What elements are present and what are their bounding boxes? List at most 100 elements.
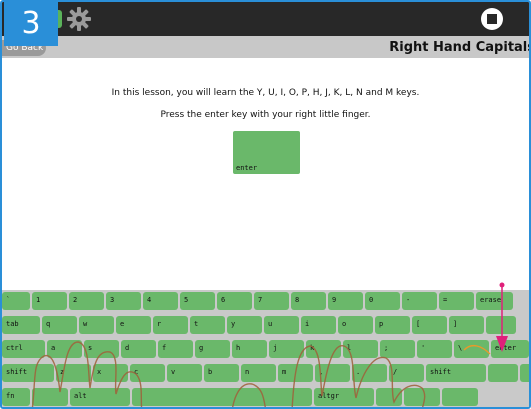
key-blank[interactable] (32, 388, 68, 406)
key-b[interactable]: b (204, 364, 239, 382)
key-label: g (199, 344, 204, 352)
key-d[interactable]: d (121, 340, 156, 358)
key-label: b (208, 368, 213, 376)
key-label: shift (430, 368, 452, 376)
key-tab[interactable]: tab (2, 316, 40, 334)
key-v[interactable]: v (167, 364, 202, 382)
key-0[interactable]: 0 (365, 292, 400, 310)
key-l[interactable]: l (343, 340, 378, 358)
key-label: ctrl (6, 344, 23, 352)
key-s[interactable]: s (84, 340, 119, 358)
key-label: 3 (110, 296, 115, 304)
key-z[interactable]: z (56, 364, 91, 382)
key-5[interactable]: 5 (180, 292, 215, 310)
key-label: ; (384, 344, 389, 352)
key-k[interactable]: k (306, 340, 341, 358)
key-e[interactable]: e (116, 316, 151, 334)
on-screen-keyboard: ` 1 2 3 4 5 6 7 8 9 0 - = erase tab q w e r t y u i o p [] ctrl a s d… (2, 290, 529, 407)
key-q[interactable]: q (42, 316, 77, 334)
key-backslash[interactable]: \ (454, 340, 489, 358)
key-label: 0 (369, 296, 374, 304)
key-label: w (83, 320, 88, 328)
gear-icon[interactable] (66, 6, 92, 32)
key-label: \ (458, 344, 463, 352)
key-6[interactable]: 6 (217, 292, 252, 310)
key-blank[interactable] (520, 364, 529, 382)
key-blank[interactable] (442, 388, 478, 406)
key-label: erase (480, 296, 502, 304)
key-label: x (97, 368, 102, 376)
key-label: a (51, 344, 56, 352)
key-w[interactable]: w (79, 316, 114, 334)
key-shift[interactable]: shift (426, 364, 486, 382)
key-blank[interactable] (132, 388, 312, 406)
key-altgr[interactable]: altgr (314, 388, 374, 406)
key-t[interactable]: t (190, 316, 225, 334)
key-label: ` (6, 296, 11, 304)
key-label: s (88, 344, 93, 352)
key-alt[interactable]: alt (70, 388, 130, 406)
key-i[interactable]: i (301, 316, 336, 334)
key-minus[interactable]: - (402, 292, 437, 310)
key-f[interactable]: f (158, 340, 193, 358)
key-slash[interactable]: / (389, 364, 424, 382)
key-m[interactable]: m (278, 364, 313, 382)
key-label: enter (495, 344, 517, 352)
key-y[interactable]: y (227, 316, 262, 334)
key-label: . (356, 368, 361, 376)
key-erase[interactable]: erase (476, 292, 513, 310)
key-r[interactable]: r (153, 316, 188, 334)
key-shift[interactable]: shift (2, 364, 54, 382)
app-window: 3 Go Back Right Hand Capitals In this le… (0, 0, 531, 409)
key-8[interactable]: 8 (291, 292, 326, 310)
key-2[interactable]: 2 (69, 292, 104, 310)
target-key: enter (233, 131, 300, 174)
target-key-label: enter (236, 164, 258, 172)
key-quote[interactable]: ' (417, 340, 452, 358)
key-equals[interactable]: = (439, 292, 474, 310)
key-3[interactable]: 3 (106, 292, 141, 310)
key-period[interactable]: . (352, 364, 387, 382)
key-n[interactable]: n (241, 364, 276, 382)
key-j[interactable]: j (269, 340, 304, 358)
key-fn[interactable]: fn (2, 388, 30, 406)
key-label: u (268, 320, 273, 328)
key-g[interactable]: g (195, 340, 230, 358)
key-label: fn (6, 392, 15, 400)
key-label: 9 (332, 296, 337, 304)
key-1[interactable]: 1 (32, 292, 67, 310)
key-c[interactable]: c (130, 364, 165, 382)
key-label: , (319, 368, 324, 376)
key-enter[interactable]: enter (491, 340, 529, 358)
key-7[interactable]: 7 (254, 292, 289, 310)
key-semicolon[interactable]: ; (380, 340, 415, 358)
key-blank[interactable] (404, 388, 440, 406)
key-comma[interactable]: , (315, 364, 350, 382)
key-backtick[interactable]: ` (2, 292, 30, 310)
key-label: 7 (258, 296, 263, 304)
key-label: 1 (36, 296, 41, 304)
key-label: d (125, 344, 130, 352)
key-blank[interactable] (376, 388, 402, 406)
key-label: [ (416, 320, 421, 328)
key-label: 8 (295, 296, 300, 304)
key-label: altgr (318, 392, 340, 400)
key-h[interactable]: h (232, 340, 267, 358)
key-9[interactable]: 9 (328, 292, 363, 310)
key-blank[interactable] (486, 316, 516, 334)
key-o[interactable]: o (338, 316, 373, 334)
key-p[interactable]: p (375, 316, 410, 334)
stop-icon[interactable] (480, 7, 504, 31)
key-x[interactable]: x (93, 364, 128, 382)
step-badge: 3 (4, 2, 58, 46)
key-a[interactable]: a (47, 340, 82, 358)
key-blank[interactable] (488, 364, 518, 382)
key-lbracket[interactable]: [ (412, 316, 447, 334)
key-label: h (236, 344, 241, 352)
key-ctrl[interactable]: ctrl (2, 340, 45, 358)
key-label: alt (74, 392, 87, 400)
key-4[interactable]: 4 (143, 292, 178, 310)
key-label: z (60, 368, 65, 376)
key-rbracket[interactable]: ] (449, 316, 484, 334)
key-u[interactable]: u (264, 316, 299, 334)
